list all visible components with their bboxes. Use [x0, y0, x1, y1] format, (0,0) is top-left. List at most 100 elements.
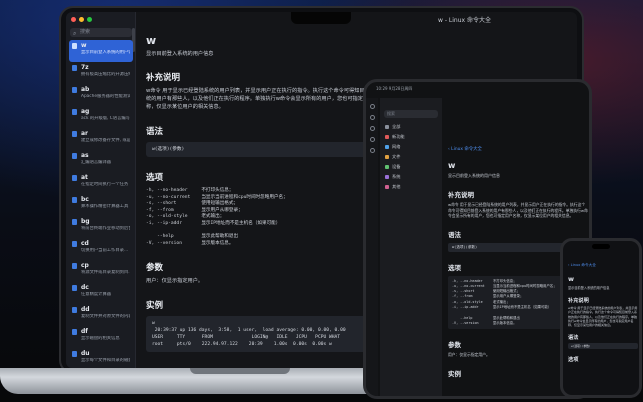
- phone-back-label: Linux 命令大全: [570, 263, 596, 267]
- home-icon[interactable]: [369, 104, 375, 109]
- close-window-button[interactable]: [71, 17, 76, 22]
- sidebar-item-desc: 在指定时间执行一个任务: [81, 182, 129, 187]
- search-icon: ⌕: [73, 30, 77, 37]
- document-icon: [72, 241, 77, 247]
- sidebar-item-ab[interactable]: abApache服务器的性能测试...: [69, 84, 133, 106]
- document-icon: [72, 307, 77, 313]
- sidebar-item-desc: 拥有极高压缩比的开源压缩...: [81, 72, 130, 77]
- camera-notch: [291, 12, 351, 24]
- tablet-category-item[interactable]: 文件: [380, 152, 442, 162]
- tablet-status-time: 10:29 9月28日周四: [376, 86, 413, 91]
- history-icon[interactable]: [369, 137, 375, 142]
- tablet-search-input[interactable]: 搜索: [384, 110, 438, 118]
- document-icon: [72, 43, 77, 49]
- tablet-category-item[interactable]: 网络: [380, 142, 442, 152]
- tablet-category-label: 新功能: [392, 134, 405, 139]
- tablet-supplement-heading: 补充说明: [448, 191, 474, 199]
- sidebar-item-bg[interactable]: bg将前台终端作业移动到后台...: [69, 216, 133, 238]
- document-icon: [72, 263, 77, 269]
- sidebar-item-bc[interactable]: bc 算术操作精密计算器工具: [69, 194, 133, 216]
- minimize-window-button[interactable]: [79, 17, 84, 22]
- sidebar-item-name: at: [81, 174, 88, 181]
- tablet-back-label: Linux 命令大全: [451, 147, 482, 152]
- sidebar-item-name: dc: [81, 284, 89, 291]
- sidebar-item-ag[interactable]: ag ack 的升级版, C语言编写...: [69, 106, 133, 128]
- sidebar-item-du[interactable]: du显示每个文件和目录的磁盘...: [69, 348, 133, 368]
- category-color-icon: [385, 135, 389, 139]
- sidebar-item-at[interactable]: at 在指定时间执行一个任务: [69, 172, 133, 194]
- laptop-groove: [190, 368, 290, 374]
- tablet-category-label: 系统: [392, 174, 401, 179]
- phone-supplement-heading: 补充说明: [568, 298, 589, 304]
- tablet-syntax-heading: 语法: [448, 230, 461, 239]
- tablet-category-item[interactable]: 其他: [380, 182, 442, 192]
- sidebar-item-dc[interactable]: dc 任意精度计算器: [69, 282, 133, 304]
- document-icon: [72, 351, 77, 357]
- supplement-text: w命令 用于显示已经登陆系统的用户列表，并显示用户正在执行的指令。执行这个命令可…: [146, 88, 386, 110]
- window-controls: [71, 17, 92, 22]
- phone-command-title: w: [568, 275, 575, 283]
- sidebar-item-desc: 切换用户当前工作目录...: [81, 248, 129, 253]
- sidebar-item-desc: 将源文件或目录复制到目...: [81, 270, 130, 275]
- tablet-device: 10:29 9月28日周四 搜索 全部新功能网络文件设备系统其他 ‹ Linux…: [363, 79, 592, 399]
- document-icon: [72, 197, 77, 203]
- sidebar-item-name: ag: [81, 108, 90, 115]
- sidebar-item-df[interactable]: df 显示磁盘的相关信息: [69, 326, 133, 348]
- star-icon[interactable]: [369, 126, 375, 131]
- category-color-icon: [385, 165, 389, 169]
- search-input[interactable]: ⌕ 搜索: [70, 28, 132, 37]
- document-icon: [72, 153, 77, 159]
- tablet-category-list: 搜索 全部新功能网络文件设备系统其他: [380, 98, 442, 396]
- sidebar-item-name: du: [81, 350, 90, 357]
- sidebar-item-name: bg: [81, 218, 90, 225]
- category-color-icon: [385, 125, 389, 129]
- sidebar-item-name: as: [81, 152, 89, 159]
- sidebar-item-desc: ack 的升级版, C语言编写...: [81, 116, 130, 121]
- sidebar-item-desc: 复制文件并对原文件的内容...: [81, 314, 130, 319]
- folder-icon[interactable]: [369, 115, 375, 120]
- phone-command-description: 显示目前登入系统的用户信息: [568, 286, 610, 290]
- tablet-category-item[interactable]: 系统: [380, 172, 442, 182]
- document-icon: [72, 329, 77, 335]
- params-text: 用户：仅显示指定用户。: [146, 278, 204, 285]
- document-icon: [72, 175, 77, 181]
- sidebar-item-desc: 算术操作精密计算器工具: [81, 204, 129, 209]
- sidebar-item-desc: 显示目前登入系统的用户信息: [81, 50, 130, 55]
- tablet-category-item[interactable]: 设备: [380, 162, 442, 172]
- sidebar-item-name: dd: [81, 306, 90, 313]
- sidebar-item-w[interactable]: w显示目前登入系统的用户信息: [69, 40, 133, 62]
- command-list: w显示目前登入系统的用户信息7z拥有极高压缩比的开源压缩...abApache服…: [69, 40, 133, 368]
- document-icon: [72, 109, 77, 115]
- sidebar-item-desc: 任意精度计算器: [81, 292, 112, 297]
- sidebar: ⌕ 搜索 w显示目前登入系统的用户信息7z拥有极高压缩比的开源压缩...abAp…: [66, 12, 136, 368]
- zoom-window-button[interactable]: [87, 17, 92, 22]
- phone-options-heading: 选项: [568, 357, 579, 364]
- category-color-icon: [385, 145, 389, 149]
- settings-icon[interactable]: [369, 148, 375, 153]
- tablet-category-item[interactable]: 全部: [380, 122, 442, 132]
- phone-back-link[interactable]: ‹ Linux 命令大全: [568, 263, 596, 268]
- sidebar-item-dd[interactable]: dd复制文件并对原文件的内容...: [69, 304, 133, 326]
- document-icon: [72, 131, 77, 137]
- tablet-category-label: 设备: [392, 164, 401, 169]
- tablet-supplement-text: w命令 用于显示已经登陆系统的用户列表，并显示用户正在执行的指令。执行这个命令可…: [448, 202, 588, 218]
- sidebar-item-as[interactable]: as 汇编语言编译器: [69, 150, 133, 172]
- sidebar-item-cp[interactable]: cp 将源文件或目录复制到目...: [69, 260, 133, 282]
- tablet-back-link[interactable]: ‹ Linux 命令大全: [448, 146, 589, 152]
- sidebar-item-desc: 建立或修改备存文件, 或是...: [81, 138, 130, 143]
- sidebar-item-cd[interactable]: cd 切换用户当前工作目录...: [69, 238, 133, 260]
- sidebar-item-desc: Apache服务器的性能测试...: [81, 94, 130, 99]
- document-icon: [72, 219, 77, 225]
- sidebar-item-name: w: [81, 42, 87, 49]
- phone-supplement-text: w命令 用于显示已经登陆系统的用户列表，并显示用户正在执行的指令。执行这个命令可…: [568, 306, 638, 328]
- command-description: 显示目前登入系统的用户信息: [146, 51, 214, 57]
- sidebar-item-ar[interactable]: ar 建立或修改备存文件, 或是...: [69, 128, 133, 150]
- sidebar-item-7z[interactable]: 7z拥有极高压缩比的开源压缩...: [69, 62, 133, 84]
- tablet-category-item[interactable]: 新功能: [380, 132, 442, 142]
- search-placeholder: 搜索: [80, 29, 91, 35]
- tablet-category-label: 文件: [392, 154, 401, 159]
- tablet-command-description: 显示目前登入系统的用户信息: [448, 173, 500, 178]
- sidebar-item-name: cp: [81, 262, 89, 269]
- phone-device: ‹ Linux 命令大全 w 显示目前登入系统的用户信息 补充说明 w命令 用于…: [560, 238, 642, 398]
- sidebar-item-desc: 显示磁盘的相关信息: [81, 336, 120, 341]
